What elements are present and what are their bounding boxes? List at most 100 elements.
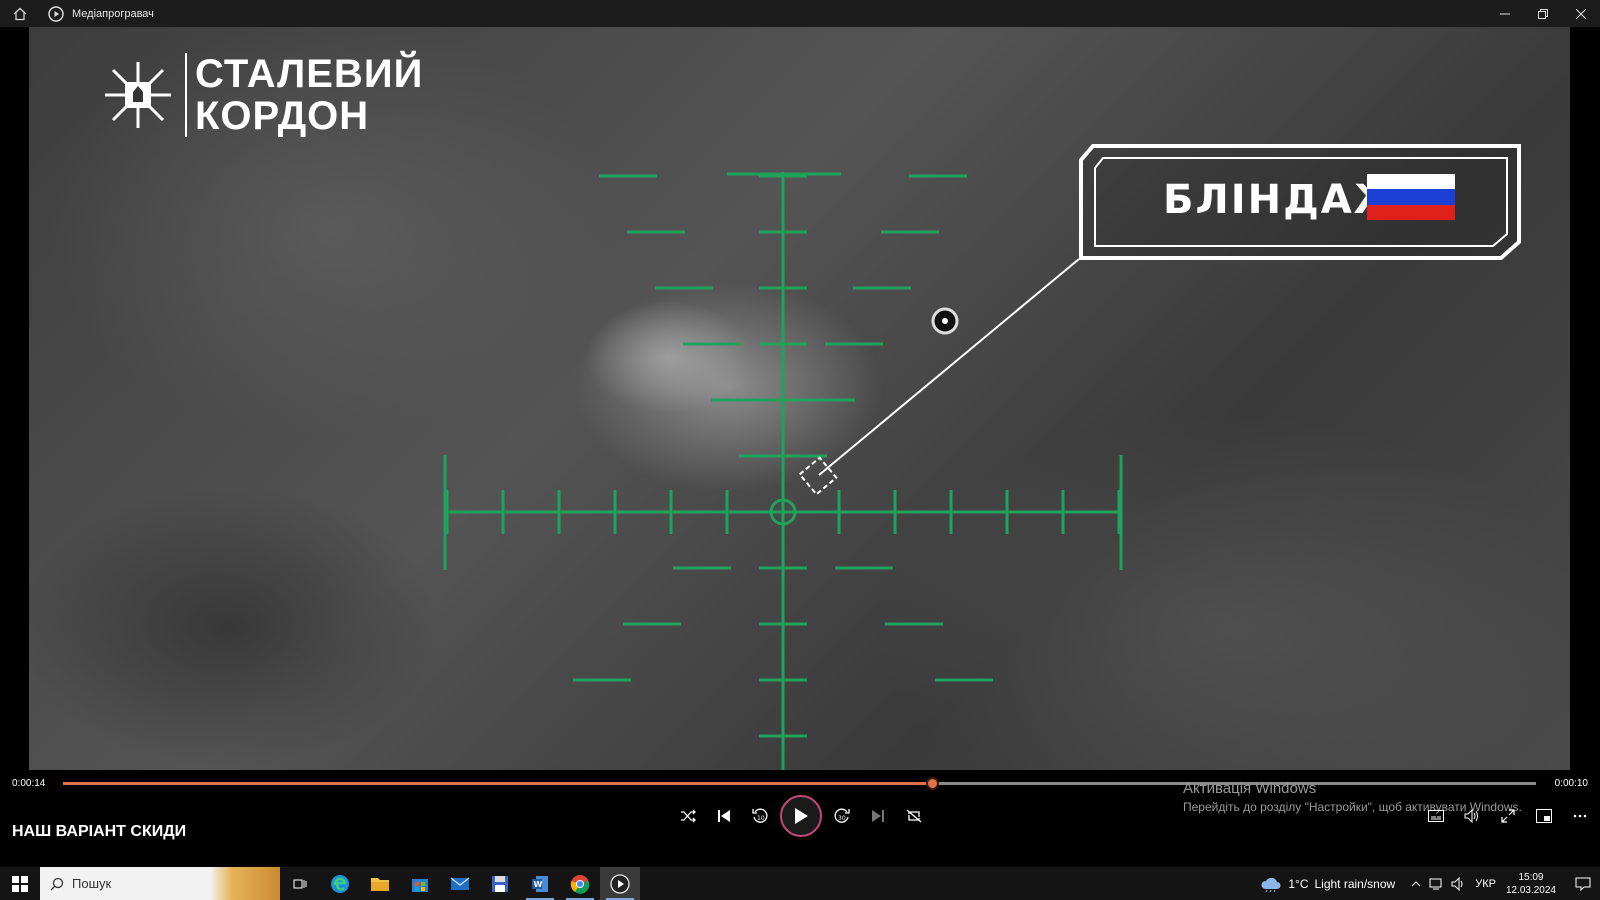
home-button[interactable] xyxy=(0,0,40,27)
chrome-icon xyxy=(570,874,590,894)
file-explorer-app[interactable] xyxy=(360,867,400,900)
weather-cloud-icon xyxy=(1261,877,1281,892)
search-placeholder: Пошук xyxy=(72,876,112,891)
speaker-icon[interactable] xyxy=(1451,876,1467,891)
flag-stripe-red xyxy=(1367,204,1455,220)
minimize-icon xyxy=(1500,13,1510,14)
chevron-up-icon[interactable] xyxy=(1411,880,1421,888)
search-highlight-art xyxy=(210,867,280,900)
mail-app[interactable] xyxy=(440,867,480,900)
folder-icon xyxy=(371,877,389,891)
target-marker xyxy=(798,456,838,496)
hot-spot-center xyxy=(942,318,948,324)
edge-icon xyxy=(331,874,349,893)
secondary-controls xyxy=(1418,804,1598,828)
close-button[interactable] xyxy=(1562,0,1600,27)
previous-button[interactable] xyxy=(706,798,742,834)
store-icon xyxy=(412,878,428,892)
time-elapsed: 0:00:14 xyxy=(12,778,46,789)
watermark-title: Активація Windows xyxy=(1183,780,1317,797)
title-bar: Медіапрогравач xyxy=(0,0,1600,27)
media-player-app[interactable] xyxy=(600,867,640,900)
svg-text:30: 30 xyxy=(838,815,846,822)
clock-time: 15:09 xyxy=(1518,871,1544,883)
letterbox-left xyxy=(0,27,29,770)
video-frame[interactable]: СТАЛЕВИЙ КОРДОН БЛІНДАЖ xyxy=(29,27,1570,770)
system-tray: 1°C Light rain/snow УКР 15:09 12.03.2024 xyxy=(1260,867,1600,900)
start-button[interactable] xyxy=(0,867,40,900)
play-icon xyxy=(795,808,808,824)
taskbar-search[interactable]: Пошук xyxy=(40,867,280,900)
task-view-icon xyxy=(293,879,307,888)
shuffle-icon xyxy=(681,809,696,823)
miniplayer-button[interactable] xyxy=(1526,804,1562,828)
home-icon xyxy=(13,7,27,20)
repeat-off-icon xyxy=(906,809,922,823)
notifications-button[interactable] xyxy=(1566,867,1600,900)
previous-icon xyxy=(718,810,730,822)
minimize-button[interactable] xyxy=(1486,0,1524,27)
player-controls: 0:00:14 0:00:10 Активація Windows Перейд… xyxy=(0,770,1600,867)
target-label-box: БЛІНДАЖ xyxy=(1079,144,1525,262)
seek-thumb[interactable] xyxy=(926,777,940,790)
clock[interactable]: 15:09 12.03.2024 xyxy=(1506,871,1556,897)
weather-description[interactable]: Light rain/snow xyxy=(1314,877,1395,891)
miniplayer-icon xyxy=(1536,809,1552,823)
more-options-button[interactable] xyxy=(1562,804,1598,828)
volume-button[interactable] xyxy=(1454,804,1490,828)
rewind-10-icon: 10 xyxy=(752,808,768,823)
store-app[interactable] xyxy=(400,867,440,900)
more-icon xyxy=(1573,814,1587,818)
restore-button[interactable] xyxy=(1524,0,1562,27)
next-icon xyxy=(872,810,884,822)
reticle-overlay xyxy=(443,172,1123,770)
edge-app[interactable] xyxy=(320,867,360,900)
input-language[interactable]: УКР xyxy=(1475,878,1496,890)
shuffle-button[interactable] xyxy=(670,798,706,834)
letterbox-right xyxy=(1570,27,1600,770)
window-title: Медіапрогравач xyxy=(72,7,154,20)
volume-icon xyxy=(1464,809,1478,823)
task-view-button[interactable] xyxy=(280,867,320,900)
save-app[interactable] xyxy=(480,867,520,900)
play-button[interactable] xyxy=(780,795,822,837)
fullscreen-button[interactable] xyxy=(1490,804,1526,828)
svg-text:10: 10 xyxy=(757,815,765,822)
forward-30-icon: 30 xyxy=(834,808,850,823)
fullscreen-icon xyxy=(1501,809,1515,823)
logo-line-1: СТАЛЕВИЙ xyxy=(195,52,424,96)
flag-stripe-blue xyxy=(1367,189,1455,205)
flag-stripe-white xyxy=(1367,174,1455,190)
chrome-app[interactable] xyxy=(560,867,600,900)
svg-text:W: W xyxy=(534,880,543,889)
notification-icon xyxy=(1575,877,1591,891)
mail-icon xyxy=(450,876,470,890)
transport-controls: 10 30 xyxy=(670,795,932,837)
next-button[interactable] xyxy=(860,798,896,834)
now-playing-title: НАШ ВАРІАНТ СКИДИ xyxy=(12,823,187,840)
forward-30-button[interactable]: 30 xyxy=(824,798,860,834)
network-icon[interactable] xyxy=(1429,877,1445,891)
word-app[interactable]: W xyxy=(520,867,560,900)
emblem-icon xyxy=(105,62,171,128)
time-total: 0:00:10 xyxy=(1554,778,1588,789)
close-icon xyxy=(1576,8,1586,19)
repeat-button[interactable] xyxy=(896,798,932,834)
taskbar: Пошук W 1°C Light rain/snow УКР 15:09 12… xyxy=(0,867,1600,900)
border-guard-logo: СТАЛЕВИЙ КОРДОН xyxy=(101,53,423,137)
weather-temperature[interactable]: 1°C xyxy=(1288,877,1308,891)
subtitles-button[interactable] xyxy=(1418,804,1454,828)
rewind-10-button[interactable]: 10 xyxy=(742,798,778,834)
restore-icon xyxy=(1538,8,1548,19)
seek-progress xyxy=(63,782,933,785)
clock-date: 12.03.2024 xyxy=(1505,884,1556,896)
media-player-app-icon xyxy=(48,5,64,22)
russian-flag xyxy=(1367,174,1455,220)
search-icon xyxy=(50,877,64,890)
word-icon: W xyxy=(532,875,548,892)
windows-logo-icon xyxy=(12,875,28,892)
subtitles-icon xyxy=(1428,810,1444,822)
logo-line-2: КОРДОН xyxy=(195,94,370,138)
media-player-icon xyxy=(610,873,630,894)
callout-line xyxy=(818,258,1080,476)
